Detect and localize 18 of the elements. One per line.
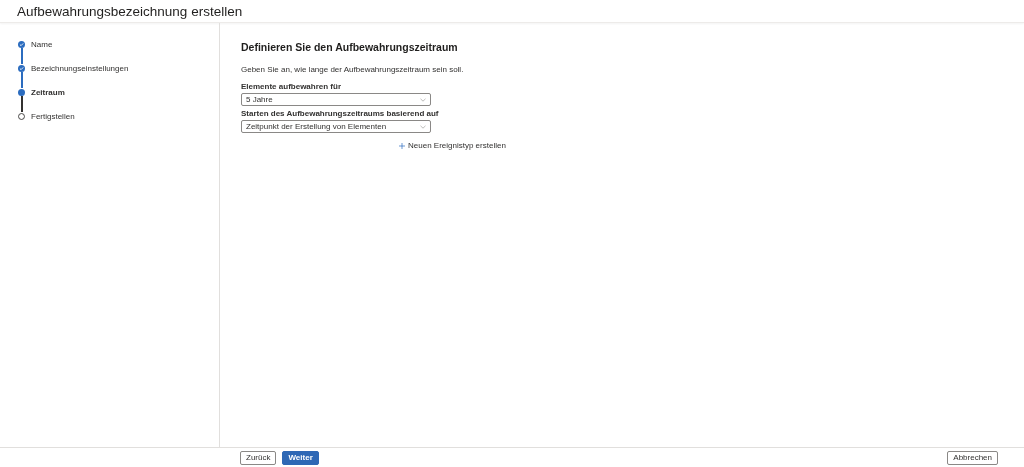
field-label: Elemente aufbewahren für bbox=[241, 82, 343, 91]
chevron-down-icon bbox=[420, 124, 426, 129]
back-button[interactable]: Zurück bbox=[240, 450, 277, 465]
create-event-type-link[interactable]: Neuen Ereignistyp erstellen bbox=[399, 141, 506, 150]
plus-icon bbox=[399, 142, 405, 149]
description: Geben Sie an, wie lange der Aufbewahrungszeitraum sein soll. bbox=[241, 65, 465, 74]
chevron-down-icon bbox=[420, 97, 426, 102]
next-button[interactable]: Weiter bbox=[282, 450, 319, 465]
cancel-button[interactable]: Abbrechen bbox=[947, 450, 998, 465]
step-label[interactable]: Fertigstellen bbox=[31, 111, 75, 121]
dropdown[interactable]: 5 Jahre bbox=[241, 93, 431, 106]
page-title: Aufbewahrungsbezeichnung erstellen bbox=[17, 3, 243, 19]
step-label[interactable]: Bezeichnungseinstellungen bbox=[31, 63, 129, 73]
step-label[interactable]: Zeitraum bbox=[31, 87, 65, 97]
field-label: Starten des Aufbewahrungszeitraums basierend auf bbox=[241, 109, 440, 118]
dropdown[interactable]: Zeitpunkt der Erstellung von Elementen bbox=[241, 120, 431, 133]
section-heading: Definieren Sie den Aufbewahrungszeitraum bbox=[241, 41, 459, 53]
step-label[interactable]: Name bbox=[31, 39, 53, 49]
